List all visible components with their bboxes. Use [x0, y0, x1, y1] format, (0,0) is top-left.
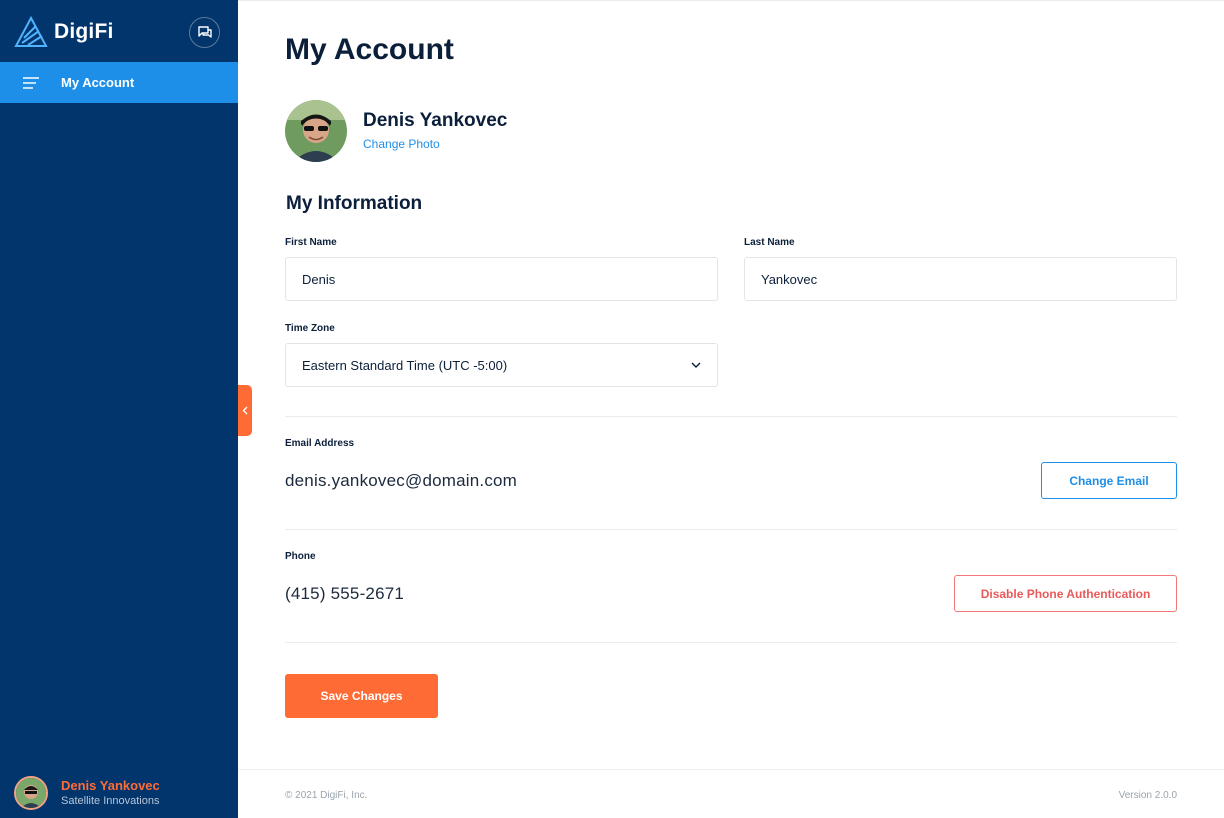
- last-name-label: Last Name: [744, 237, 795, 248]
- divider: [285, 416, 1177, 417]
- first-name-input[interactable]: [285, 257, 718, 301]
- menu-icon: [23, 76, 39, 89]
- phone-label: Phone: [285, 551, 316, 562]
- profile-avatar: [285, 100, 347, 162]
- brand[interactable]: DigiFi: [14, 15, 114, 49]
- sidebar-user-name: Denis Yankovec: [61, 778, 160, 793]
- sidebar: DigiFi My Account Denis Yankovec Satelli…: [0, 0, 238, 818]
- version: Version 2.0.0: [1118, 790, 1177, 801]
- sidebar-user-organization: Satellite Innovations: [61, 795, 160, 807]
- profile-name: Denis Yankovec: [363, 110, 508, 131]
- sidebar-user[interactable]: Denis Yankovec Satellite Innovations: [14, 776, 160, 810]
- first-name-label: First Name: [285, 237, 337, 248]
- change-photo-link[interactable]: Change Photo: [363, 137, 440, 151]
- page-title: My Account: [285, 33, 454, 66]
- time-zone-value: Eastern Standard Time (UTC -5:00): [302, 357, 508, 373]
- section-title: My Information: [286, 193, 423, 214]
- copyright: © 2021 DigiFi, Inc.: [285, 790, 368, 801]
- disable-phone-authentication-button[interactable]: Disable Phone Authentication: [954, 575, 1177, 612]
- chevron-down-icon: [691, 362, 701, 368]
- last-name-input[interactable]: [744, 257, 1177, 301]
- sidebar-item-my-account[interactable]: My Account: [0, 62, 238, 103]
- chat-icon: [197, 26, 212, 38]
- time-zone-select[interactable]: Eastern Standard Time (UTC -5:00): [285, 343, 718, 387]
- time-zone-label: Time Zone: [285, 323, 335, 334]
- change-email-button[interactable]: Change Email: [1041, 462, 1177, 499]
- divider: [285, 642, 1177, 643]
- digifi-logo-icon: [14, 16, 48, 47]
- chat-button[interactable]: [189, 17, 220, 48]
- save-changes-button[interactable]: Save Changes: [285, 674, 438, 718]
- sidebar-item-label: My Account: [61, 75, 135, 90]
- main-content: My Account Denis Yankovec Change Photo M…: [238, 0, 1224, 818]
- footer: © 2021 DigiFi, Inc. Version 2.0.0: [238, 769, 1224, 818]
- divider: [285, 529, 1177, 530]
- brand-name: DigiFi: [54, 20, 114, 43]
- email-value: denis.yankovec@domain.com: [285, 471, 518, 490]
- email-label: Email Address: [285, 438, 355, 449]
- avatar: [14, 776, 48, 810]
- phone-value: (415) 555-2671: [285, 584, 405, 603]
